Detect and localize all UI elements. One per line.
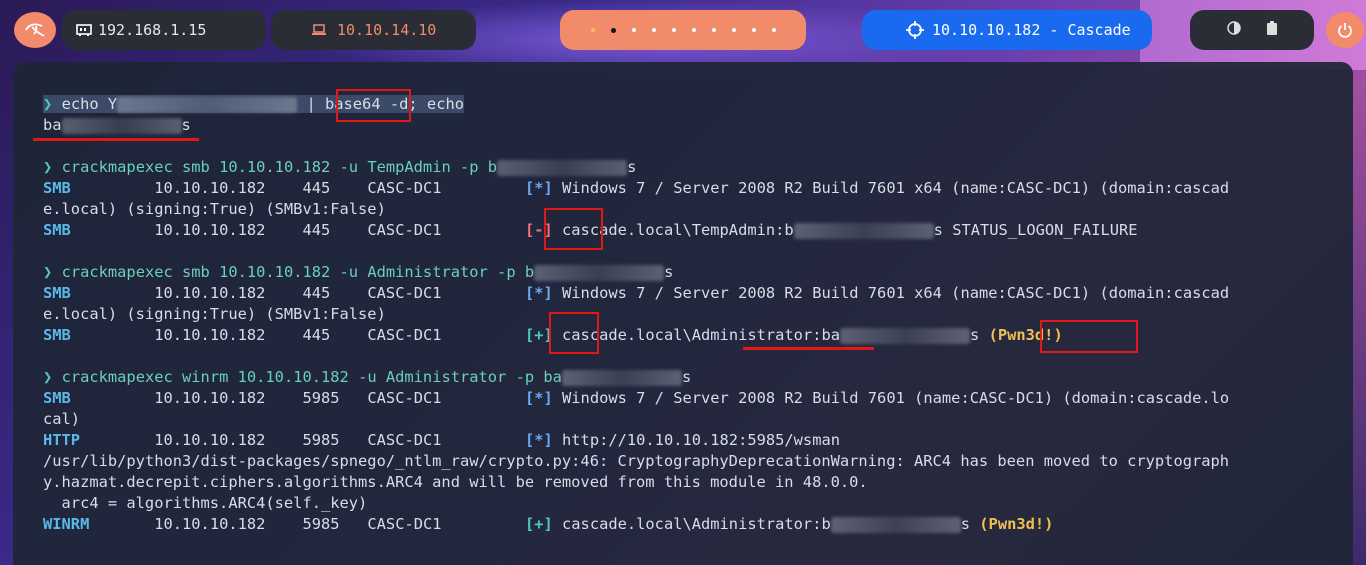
warning-line: y.hazmat.decrepit.ciphers.algorithms.ARC… xyxy=(43,473,868,491)
vpn-ip-text: 10.10.14.10 xyxy=(337,21,437,39)
command-line-winrm: ❯ crackmapexec winrm 10.10.10.182 -u Adm… xyxy=(43,368,692,386)
vpn-ip-widget[interactable]: 10.10.14.10 xyxy=(271,10,476,50)
output-row: HTTP 10.10.10.182 5985 CASC-DC1 [*] http… xyxy=(43,431,840,449)
laptop-icon xyxy=(311,24,327,36)
output-row-wrap: e.local) (signing:True) (SMBv1:False) xyxy=(43,305,386,323)
warning-line: /usr/lib/python3/dist-packages/spnego/_n… xyxy=(43,452,1230,470)
workspace-7[interactable] xyxy=(711,28,716,32)
terminal-window[interactable]: ❯ echo Y | base64 -d; echo ba s ❯ crackma… xyxy=(13,62,1353,565)
clipboard-icon[interactable] xyxy=(1266,20,1278,40)
host-ip-text: 192.168.1.15 xyxy=(98,21,207,39)
annotation-box-pwned xyxy=(1040,320,1138,353)
host-ip-widget[interactable]: 192.168.1.15 xyxy=(62,10,266,50)
output-decoded: ba s xyxy=(43,116,191,134)
system-tray xyxy=(1190,10,1314,50)
network-card-icon xyxy=(76,23,92,37)
workspace-8[interactable] xyxy=(731,28,736,32)
power-icon xyxy=(1338,23,1352,38)
workspace-3[interactable] xyxy=(631,28,636,32)
output-row: WINRM 10.10.10.182 5985 CASC-DC1 [+] cas… xyxy=(43,515,1054,533)
kali-dragon-icon xyxy=(25,23,45,37)
target-text: 10.10.10.182 - Cascade xyxy=(932,21,1131,39)
menu-button[interactable] xyxy=(14,12,56,48)
annotation-underline-administrator xyxy=(743,347,874,350)
workspace-switcher[interactable] xyxy=(560,10,806,50)
annotation-box-success xyxy=(549,312,599,354)
annotation-box-fail xyxy=(544,208,603,250)
warning-line: arc4 = algorithms.ARC4(self._key) xyxy=(43,494,368,512)
brightness-icon[interactable] xyxy=(1226,20,1242,40)
crosshair-icon xyxy=(906,21,924,39)
output-row-wrap: cal) xyxy=(43,410,81,428)
workspace-6[interactable] xyxy=(691,28,696,32)
power-button[interactable] xyxy=(1326,12,1364,48)
workspace-2[interactable] xyxy=(610,27,616,33)
workspace-10[interactable] xyxy=(771,28,776,32)
output-row: SMB 10.10.10.182 5985 CASC-DC1 [*] Windo… xyxy=(43,389,1230,407)
command-line-smb-tempadmin: ❯ crackmapexec smb 10.10.10.182 -u TempA… xyxy=(43,158,637,176)
workspace-5[interactable] xyxy=(671,28,676,32)
workspace-9[interactable] xyxy=(751,28,756,32)
output-row-wrap: e.local) (signing:True) (SMBv1:False) xyxy=(43,200,386,218)
workspace-4[interactable] xyxy=(651,28,656,32)
output-row: SMB 10.10.10.182 445 CASC-DC1 [*] Window… xyxy=(43,284,1230,302)
command-line-smb-administrator: ❯ crackmapexec smb 10.10.10.182 -u Admin… xyxy=(43,263,674,281)
annotation-underline-password xyxy=(33,138,199,141)
target-widget[interactable]: 10.10.10.182 - Cascade xyxy=(862,10,1152,50)
output-row: SMB 10.10.10.182 445 CASC-DC1 [*] Window… xyxy=(43,179,1230,197)
annotation-box-base64 xyxy=(336,89,411,122)
workspace-1[interactable] xyxy=(590,28,595,32)
